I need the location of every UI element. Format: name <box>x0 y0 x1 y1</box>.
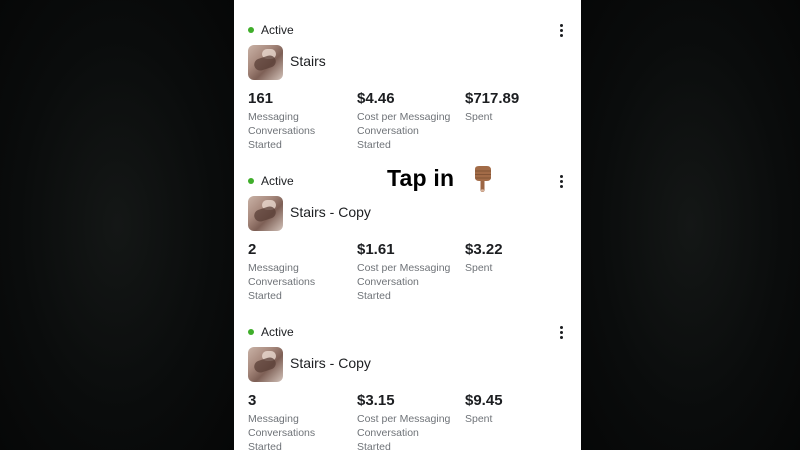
ad-thumbnail[interactable] <box>248 347 283 382</box>
metric-label: Messaging Conversations Started <box>248 262 316 302</box>
metric-spent: $3.22 Spent <box>465 241 570 275</box>
metric-value: $717.89 <box>465 90 520 107</box>
metric-results: 2 Messaging Conversations Started <box>248 241 353 303</box>
ad-name[interactable]: Stairs - Copy <box>290 204 371 220</box>
metric-label: Cost per Messaging Conversation Started <box>357 413 451 450</box>
metric-label: Messaging Conversations Started <box>248 413 316 450</box>
active-status-dot-icon <box>248 329 254 335</box>
status-indicator: Active <box>248 22 294 38</box>
ad-card[interactable]: Active Stairs - Copy 3 Messaging Convers… <box>234 302 581 450</box>
metric-value: $3.22 <box>465 241 503 258</box>
metric-value: 161 <box>248 90 274 107</box>
status-label: Active <box>261 23 294 37</box>
ad-name[interactable]: Stairs <box>290 53 326 69</box>
pointing-down-hand-icon <box>475 166 491 192</box>
metric-spent: $717.89 Spent <box>465 90 570 124</box>
status-indicator: Active <box>248 324 294 340</box>
metric-value: $1.61 <box>357 241 395 258</box>
metric-cost-per-result: $1.61 Cost per Messaging Conversation St… <box>357 241 462 303</box>
ad-thumbnail[interactable] <box>248 45 283 80</box>
background-left <box>0 0 234 450</box>
status-label: Active <box>261 174 294 188</box>
metric-value: $4.46 <box>357 90 395 107</box>
more-options-icon[interactable] <box>555 171 567 191</box>
metric-label: Spent <box>465 111 493 123</box>
metric-cost-per-result: $3.15 Cost per Messaging Conversation St… <box>357 392 462 450</box>
metric-label: Cost per Messaging Conversation Started <box>357 262 451 302</box>
metric-value: 3 <box>248 392 257 409</box>
metric-label: Spent <box>465 413 493 425</box>
metric-value: 2 <box>248 241 257 258</box>
ad-name[interactable]: Stairs - Copy <box>290 355 371 371</box>
metric-value: $3.15 <box>357 392 395 409</box>
status-label: Active <box>261 325 294 339</box>
metric-label: Cost per Messaging Conversation Started <box>357 111 451 151</box>
active-status-dot-icon <box>248 178 254 184</box>
more-options-icon[interactable] <box>555 322 567 342</box>
metric-spent: $9.45 Spent <box>465 392 570 426</box>
metric-label: Messaging Conversations Started <box>248 111 316 151</box>
tap-in-caption: Tap in <box>387 165 455 191</box>
status-indicator: Active <box>248 173 294 189</box>
metric-results: 3 Messaging Conversations Started <box>248 392 353 450</box>
ad-thumbnail[interactable] <box>248 196 283 231</box>
ads-list-screen: Active Stairs 161 Messaging Conversation… <box>234 0 581 450</box>
metric-value: $9.45 <box>465 392 503 409</box>
active-status-dot-icon <box>248 27 254 33</box>
ad-card[interactable]: Active Stairs 161 Messaging Conversation… <box>234 0 581 151</box>
metric-label: Spent <box>465 262 493 274</box>
metric-results: 161 Messaging Conversations Started <box>248 90 353 152</box>
background-right <box>581 0 800 450</box>
more-options-icon[interactable] <box>555 20 567 40</box>
metric-cost-per-result: $4.46 Cost per Messaging Conversation St… <box>357 90 462 152</box>
